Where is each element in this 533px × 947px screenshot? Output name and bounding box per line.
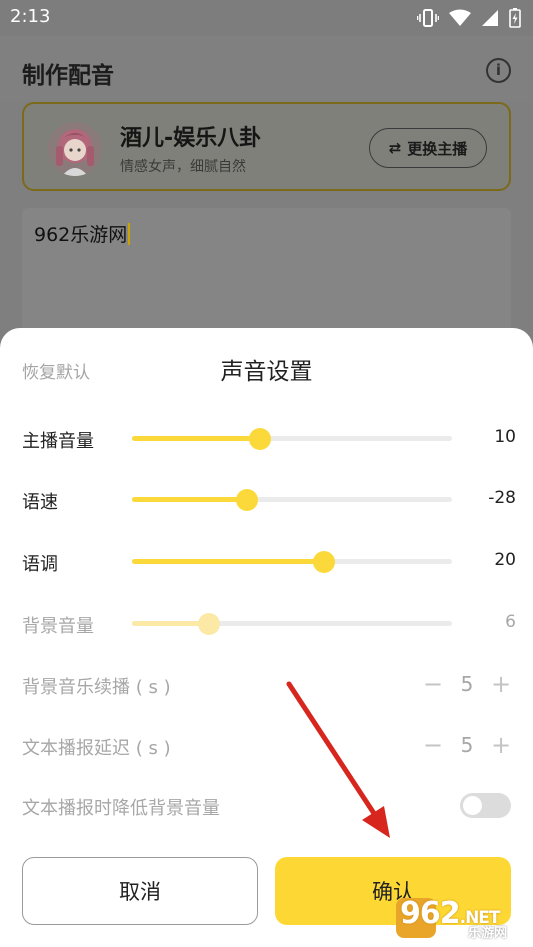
swap-icon: ⇄ [388, 139, 402, 157]
pitch-slider[interactable] [132, 551, 452, 573]
slider-thumb[interactable] [249, 428, 271, 450]
app-bar: 制作配音 i [0, 36, 533, 102]
stepper-value: 5 [460, 672, 474, 696]
slider-thumb[interactable] [197, 613, 220, 635]
slider-fill [132, 497, 248, 502]
slider-row-bg-volume: 背景音量 6 [0, 603, 533, 643]
status-time: 2:13 [10, 6, 51, 27]
increment-button[interactable]: + [491, 670, 511, 698]
slider-label: 主播音量 [22, 431, 94, 452]
slider-label: 语速 [22, 492, 58, 513]
bg-volume-slider[interactable] [132, 613, 452, 635]
page-title: 制作配音 [22, 63, 114, 89]
anchor-card[interactable]: 酒儿-娱乐八卦 情感女声，细腻自然 ⇄ 更换主播 [22, 102, 511, 191]
stepper-value: 5 [460, 733, 474, 757]
slider-label: 背景音量 [22, 616, 94, 637]
stepper-label: 背景音乐续播 ( s ) [22, 677, 171, 698]
battery-icon [509, 8, 521, 28]
slider-value: 10 [494, 427, 516, 447]
slider-value: 20 [494, 550, 516, 570]
slider-thumb[interactable] [313, 551, 335, 573]
avatar [48, 122, 102, 176]
vibrate-icon [417, 9, 439, 27]
status-icons [417, 8, 521, 28]
anchor-description: 情感女声，细腻自然 [120, 159, 246, 175]
slider-value: -28 [488, 488, 516, 508]
signal-icon [482, 10, 498, 26]
sheet-title: 声音设置 [220, 359, 313, 385]
duck-bg-volume-toggle[interactable] [460, 793, 511, 818]
text-delay-stepper: − 5 + [423, 731, 511, 759]
switch-anchor-label: 更换主播 [407, 139, 468, 158]
cancel-button[interactable]: 取消 [22, 857, 258, 925]
watermark-sub: 乐游网 [468, 926, 508, 941]
slider-row-speed: 语速 -28 [0, 479, 533, 519]
wifi-icon [449, 9, 471, 26]
slider-row-pitch: 语调 20 [0, 541, 533, 581]
bg-continue-stepper: − 5 + [423, 670, 511, 698]
script-text-area[interactable]: 962乐游网 [22, 208, 511, 348]
slider-row-anchor-volume: 主播音量 10 [0, 418, 533, 458]
stepper-row-bg-continue: 背景音乐续播 ( s ) − 5 + [0, 664, 533, 704]
script-text: 962乐游网 [34, 220, 131, 247]
decrement-button[interactable]: − [423, 670, 443, 698]
increment-button[interactable]: + [491, 731, 511, 759]
decrement-button[interactable]: − [423, 731, 443, 759]
slider-fill [132, 436, 260, 441]
anchor-name: 酒儿-娱乐八卦 [120, 126, 262, 151]
slider-label: 语调 [22, 554, 58, 575]
sound-settings-sheet: 恢复默认 声音设置 主播音量 10 语速 -28 语调 20 背景音量 6 背景… [0, 328, 533, 947]
slider-value: 6 [505, 612, 516, 632]
anchor-volume-slider[interactable] [132, 428, 452, 450]
speed-slider[interactable] [132, 489, 452, 511]
switch-anchor-button[interactable]: ⇄ 更换主播 [369, 128, 487, 168]
toggle-knob [463, 796, 482, 815]
slider-fill [132, 559, 324, 564]
toggle-label: 文本播报时降低背景音量 [22, 798, 220, 819]
stepper-row-text-delay: 文本播报延迟 ( s ) − 5 + [0, 725, 533, 765]
info-icon[interactable]: i [486, 58, 511, 83]
toggle-row-duck-bg: 文本播报时降低背景音量 [0, 785, 533, 825]
stepper-label: 文本播报延迟 ( s ) [22, 738, 171, 759]
site-watermark: 962.NET 乐游网 [396, 896, 526, 942]
slider-thumb[interactable] [236, 489, 259, 511]
status-bar: 2:13 [0, 0, 533, 36]
text-caret [128, 223, 131, 245]
